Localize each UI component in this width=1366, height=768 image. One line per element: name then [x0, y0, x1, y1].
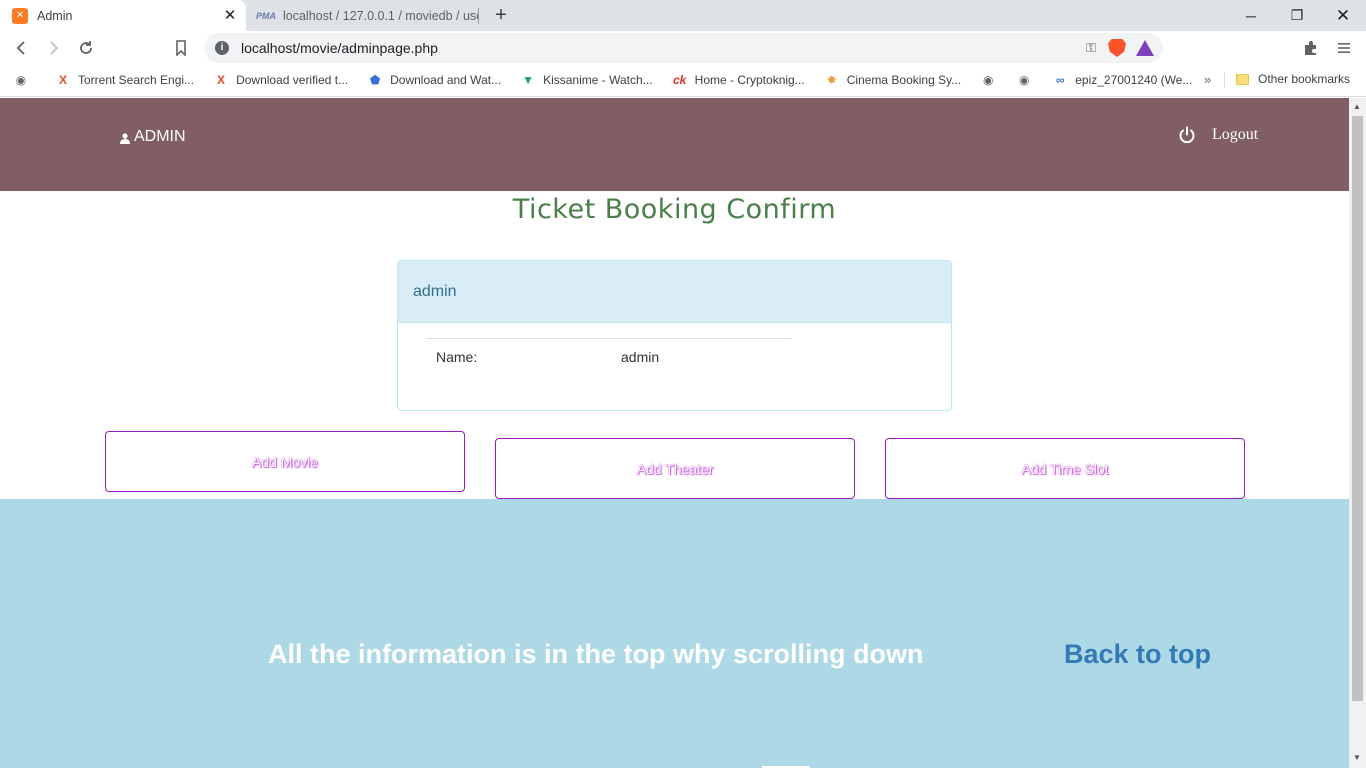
tab-phpmyadmin[interactable]: PMA localhost / 127.0.0.1 / moviedb / us… [246, 0, 478, 31]
chrome-divider [0, 96, 1366, 97]
key-icon[interactable]: ⚿ [1086, 40, 1096, 56]
more-bookmarks-button[interactable]: » [1204, 72, 1211, 87]
bookmark-item[interactable]: ⬟ Download and Wat... [368, 73, 501, 87]
close-window-button[interactable]: ✕ [1320, 0, 1366, 31]
globe-icon: ◉ [982, 73, 994, 87]
address-bar[interactable]: i localhost/movie/adminpage.php ⚿ [204, 33, 1163, 63]
page-scrollbar[interactable]: ▲ ▼ [1349, 98, 1366, 768]
tab-strip: ✕ Admin ✕ PMA localhost / 127.0.0.1 / mo… [0, 0, 1366, 31]
globe-icon: ◉ [1018, 73, 1030, 87]
logout-link[interactable]: Logout [1178, 126, 1258, 144]
arrow-left-icon [16, 41, 25, 55]
bookmark-label: Kissanime - Watch... [543, 73, 653, 87]
brave-shield-icon[interactable] [1108, 39, 1126, 57]
extensions-button[interactable] [1300, 37, 1322, 59]
add-theater-button[interactable]: Add Theater [495, 438, 855, 499]
cinema-icon: ✸ [826, 73, 837, 87]
name-label: Name: [436, 349, 478, 365]
info-icon[interactable]: i [215, 41, 229, 55]
bookmark-globe[interactable]: ◉ [14, 73, 36, 87]
bookmark-item[interactable]: ✸ Cinema Booking Sy... [825, 73, 962, 87]
globe-icon: ◉ [15, 73, 27, 87]
bookmark-item[interactable]: ∞ epiz_27001240 (We... [1053, 73, 1192, 87]
name-value: admin [621, 349, 660, 365]
bookmark-label: epiz_27001240 (We... [1075, 73, 1193, 87]
bookmark-icon [176, 40, 186, 56]
bookmark-item[interactable]: X Download verified t... [214, 73, 348, 87]
site-header: ADMIN Logout [0, 98, 1349, 191]
brave-rewards-icon[interactable] [1136, 40, 1154, 56]
admin-brand[interactable]: ADMIN [120, 128, 186, 146]
page-viewport: ADMIN Logout Ticket Booking Confirm admi… [0, 98, 1349, 768]
bookmarks-bar: ◉ X Torrent Search Engi... X Download ve… [0, 65, 1366, 95]
tab-admin[interactable]: ✕ Admin ✕ [0, 0, 246, 31]
browser-toolbar: i localhost/movie/adminpage.php ⚿ [0, 31, 1366, 65]
tab-title: localhost / 127.0.0.1 / moviedb / user [283, 8, 478, 23]
puzzle-icon [1305, 41, 1316, 55]
minimize-button[interactable]: ─ [1228, 0, 1274, 31]
admin-info-panel: admin Name: admin [397, 260, 952, 411]
scroll-down-icon[interactable]: ▼ [1353, 753, 1361, 762]
add-movie-button[interactable]: Add Movie [105, 431, 465, 492]
reload-icon [80, 41, 92, 54]
add-time-slot-button[interactable]: Add Time Slot [885, 438, 1245, 499]
xampp-icon: ✕ [12, 7, 28, 24]
url-text[interactable]: localhost/movie/adminpage.php [241, 40, 1086, 56]
bookmark-item[interactable]: ◉ [1017, 73, 1039, 87]
infinity-icon: ∞ [1055, 73, 1065, 87]
other-bookmarks[interactable]: Other bookmarks [1236, 72, 1350, 86]
new-tab-button[interactable]: + [490, 5, 512, 27]
reload-button[interactable] [74, 36, 98, 60]
bookmark-label: Torrent Search Engi... [78, 73, 195, 87]
bookmark-item[interactable]: ck Home - Cryptoknig... [673, 73, 805, 87]
shield-icon: ⬟ [369, 73, 381, 87]
bookmark-button[interactable] [169, 36, 193, 60]
panel-heading: admin [398, 261, 951, 323]
phpmyadmin-icon: PMA [256, 10, 276, 21]
footer-message: All the information is in the top why sc… [268, 639, 924, 669]
kissanime-icon: ▼ [522, 73, 535, 87]
logout-label: Logout [1212, 126, 1259, 143]
page-title: Ticket Booking Confirm [512, 194, 837, 225]
bookmark-item[interactable]: ◉ [981, 73, 1003, 87]
bookmark-item[interactable]: X Torrent Search Engi... [56, 73, 194, 87]
bookmark-label: Download and Wat... [390, 73, 502, 87]
restore-button[interactable]: ❐ [1274, 0, 1320, 31]
back-to-top-link[interactable]: Back to top [1064, 639, 1211, 670]
bookmark-label: Home - Cryptoknig... [694, 73, 805, 87]
arrow-right-icon [50, 41, 59, 55]
tab-title: Admin [37, 8, 73, 23]
close-tab-icon[interactable]: ✕ [222, 7, 238, 24]
user-icon [120, 132, 130, 144]
forward-button[interactable] [42, 36, 66, 60]
back-button[interactable] [10, 36, 34, 60]
site-footer: All the information is in the top why sc… [0, 499, 1349, 768]
tab-separator [478, 8, 479, 24]
bookmark-label: Cinema Booking Sy... [846, 73, 962, 87]
other-bookmarks-label: Other bookmarks [1258, 72, 1351, 86]
x-icon: X [217, 73, 226, 87]
folder-icon [1236, 73, 1249, 85]
bookmark-item[interactable]: ▼ Kissanime - Watch... [521, 73, 653, 87]
cryptoknight-icon: ck [672, 73, 687, 87]
bookmark-label: Download verified t... [236, 73, 349, 87]
bookmark-separator [1224, 72, 1225, 88]
admin-brand-label: ADMIN [134, 128, 186, 145]
scroll-up-icon[interactable]: ▲ [1353, 102, 1361, 111]
power-icon [1179, 126, 1195, 144]
scrollbar-thumb[interactable] [1352, 116, 1363, 701]
x-icon: X [58, 73, 67, 87]
divider [426, 338, 791, 339]
hamburger-menu-icon [1338, 43, 1350, 53]
menu-button[interactable] [1333, 37, 1355, 59]
